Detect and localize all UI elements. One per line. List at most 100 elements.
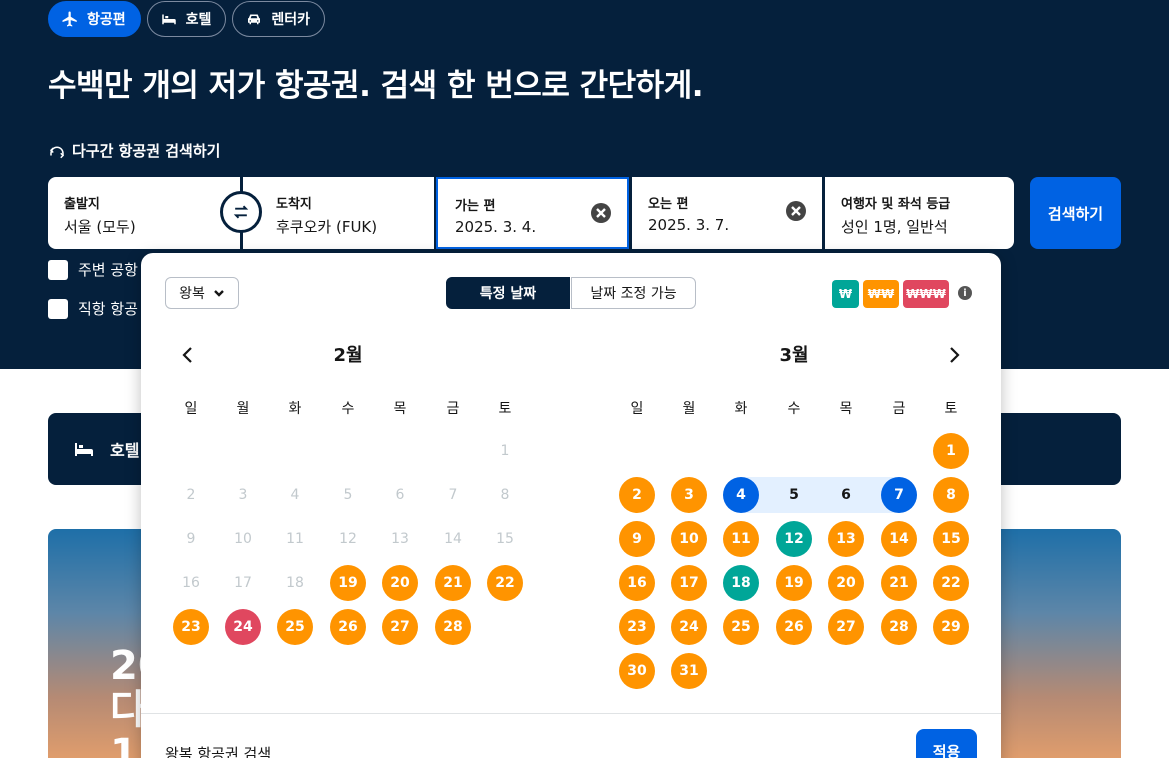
calendar-day: 14 xyxy=(444,531,462,547)
calendar-day[interactable]: 18 xyxy=(723,565,759,601)
prev-month-button[interactable] xyxy=(177,344,199,366)
calendar-day[interactable]: 11 xyxy=(723,521,759,557)
calendar-day[interactable]: 8 xyxy=(933,477,969,513)
depart-date-field[interactable]: 가는 편 2025. 3. 4. xyxy=(436,177,629,249)
calendar-day[interactable]: 12 xyxy=(776,521,812,557)
weekday-label: 화 xyxy=(734,401,748,417)
next-month-button[interactable] xyxy=(943,344,965,366)
checkbox-box[interactable] xyxy=(48,298,68,319)
calendar-day[interactable]: 14 xyxy=(881,521,917,557)
search-button[interactable]: 검색하기 xyxy=(1030,177,1121,249)
calendar-day[interactable]: 21 xyxy=(435,565,471,601)
weekday-label: 화 xyxy=(288,401,302,417)
calendar-day: 5 xyxy=(343,487,353,503)
calendar-day[interactable]: 1 xyxy=(933,433,969,469)
return-value: 2025. 3. 7. xyxy=(648,216,730,234)
bed-icon xyxy=(161,14,176,25)
calendar-day[interactable]: 7 xyxy=(881,477,917,513)
calendar-day[interactable]: 25 xyxy=(723,609,759,645)
calendar-day: 15 xyxy=(496,531,514,547)
calendar-day[interactable]: 3 xyxy=(671,477,707,513)
info-icon[interactable]: i xyxy=(958,286,972,300)
swap-icon xyxy=(233,205,249,219)
calendar-day[interactable]: 27 xyxy=(382,609,418,645)
calendar-day[interactable]: 2 xyxy=(619,477,655,513)
apply-button[interactable]: 적용 xyxy=(916,729,977,758)
calendar-day[interactable]: 24 xyxy=(225,609,261,645)
specific-dates-toggle[interactable]: 특정 날짜 xyxy=(446,277,570,309)
page-headline: 수백만 개의 저가 항공권. 검색 한 번으로 간단하게. xyxy=(48,68,704,104)
calendar-day: 13 xyxy=(391,531,409,547)
calendar-day[interactable]: 25 xyxy=(277,609,313,645)
calendar-day: 4 xyxy=(290,487,300,503)
calendar-day[interactable]: 19 xyxy=(776,565,812,601)
chevron-right-icon xyxy=(950,347,960,363)
return-date-field[interactable]: 오는 편 2025. 3. 7. xyxy=(632,177,822,249)
multi-city-link[interactable]: 다구간 항공권 검색하기 xyxy=(48,140,220,161)
calendar-day[interactable]: 16 xyxy=(619,565,655,601)
price-legend-high: ₩₩₩ xyxy=(903,280,949,308)
calendar-day[interactable]: 28 xyxy=(435,609,471,645)
depart-label: 가는 편 xyxy=(455,199,496,214)
calendar-day[interactable]: 24 xyxy=(671,609,707,645)
checkbox-box[interactable] xyxy=(48,259,68,280)
calendar-day[interactable]: 15 xyxy=(933,521,969,557)
destination-value: 후쿠오카 (FUK) xyxy=(276,218,378,236)
swap-button[interactable] xyxy=(220,191,262,233)
chevron-left-icon xyxy=(182,347,192,363)
close-icon xyxy=(791,206,801,216)
calendar-day[interactable]: 29 xyxy=(933,609,969,645)
calendar-day[interactable]: 26 xyxy=(330,609,366,645)
calendar-day[interactable]: 9 xyxy=(619,521,655,557)
plane-icon xyxy=(62,11,77,27)
calendar-day: 6 xyxy=(395,487,405,503)
origin-field[interactable]: 출발지 서울 (모두) xyxy=(48,177,240,249)
calendar-day[interactable]: 4 xyxy=(723,477,759,513)
footer-summary: 왕복 항공권 검색 xyxy=(165,745,272,758)
calendar-day[interactable]: 23 xyxy=(173,609,209,645)
weekday-label: 목 xyxy=(393,401,407,417)
calendar-day[interactable]: 20 xyxy=(382,565,418,601)
calendar-day[interactable]: 28 xyxy=(881,609,917,645)
multi-city-icon xyxy=(49,146,65,158)
calendar-day[interactable]: 23 xyxy=(619,609,655,645)
calendar-day[interactable]: 26 xyxy=(776,609,812,645)
return-label: 오는 편 xyxy=(648,197,689,212)
travellers-field[interactable]: 여행자 및 좌석 등급 성인 1명, 일반석 xyxy=(825,177,1014,249)
nearby-airports-checkbox[interactable]: 주변 공항 xyxy=(48,259,138,280)
tab-hotels[interactable]: 호텔 xyxy=(146,1,227,37)
tab-flights[interactable]: 항공편 xyxy=(48,1,141,37)
calendar-day[interactable]: 6 xyxy=(828,477,864,513)
direct-flights-checkbox[interactable]: 직항 항공 xyxy=(48,298,138,319)
trip-type-select[interactable]: 왕복 xyxy=(165,277,239,309)
clear-return-button[interactable] xyxy=(786,201,806,221)
calendar-day[interactable]: 5 xyxy=(776,477,812,513)
calendar-day[interactable]: 19 xyxy=(330,565,366,601)
destination-field[interactable]: 도착지 후쿠오카 (FUK) xyxy=(243,177,434,249)
destination-label: 도착지 xyxy=(276,197,312,212)
tab-flights-label: 항공편 xyxy=(87,12,126,28)
selected-range-highlight xyxy=(742,477,901,513)
calendar-day: 3 xyxy=(238,487,248,503)
checkbox-label: 주변 공항 xyxy=(78,261,138,279)
month-title-feb: 2월 xyxy=(333,345,363,366)
price-legend-mid: ₩₩ xyxy=(863,280,899,308)
origin-label: 출발지 xyxy=(64,197,100,212)
trip-type-value: 왕복 xyxy=(179,286,205,302)
calendar-day[interactable]: 17 xyxy=(671,565,707,601)
calendar-day[interactable]: 10 xyxy=(671,521,707,557)
tab-hotels-label: 호텔 xyxy=(185,12,212,28)
tab-car-hire[interactable]: 렌터카 xyxy=(232,1,326,37)
clear-depart-button[interactable] xyxy=(591,203,611,223)
calendar-day[interactable]: 27 xyxy=(828,609,864,645)
calendar-day[interactable]: 22 xyxy=(933,565,969,601)
weekday-label: 일 xyxy=(630,401,644,417)
calendar-day[interactable]: 22 xyxy=(487,565,523,601)
flexible-dates-toggle[interactable]: 날짜 조정 가능 xyxy=(571,277,696,309)
date-picker-popover: 왕복 특정 날짜 날짜 조정 가능 ₩ ₩₩ ₩₩₩ i 2월 3월 일월화수목… xyxy=(141,253,1001,758)
calendar-day[interactable]: 31 xyxy=(671,653,707,689)
calendar-day[interactable]: 20 xyxy=(828,565,864,601)
calendar-day[interactable]: 30 xyxy=(619,653,655,689)
calendar-day[interactable]: 21 xyxy=(881,565,917,601)
calendar-day[interactable]: 13 xyxy=(828,521,864,557)
